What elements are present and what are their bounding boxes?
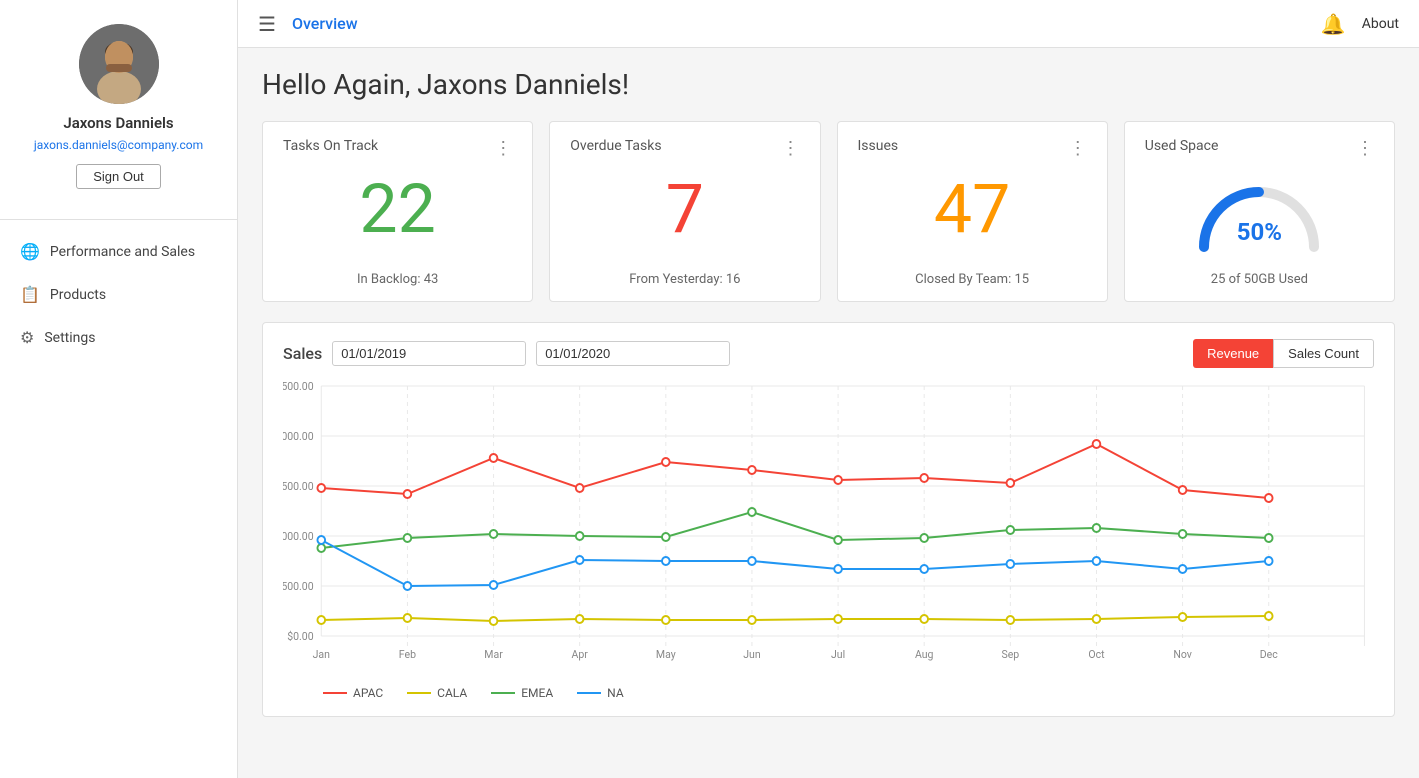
gauge-container: 50% bbox=[1145, 167, 1374, 272]
page-greeting: Hello Again, Jaxons Danniels! bbox=[262, 68, 1395, 101]
stat-card-issues: Issues ⋮ 47 Closed By Team: 15 bbox=[837, 121, 1108, 302]
sales-count-button[interactable]: Sales Count bbox=[1273, 339, 1374, 368]
header-left: ☰ Overview bbox=[258, 12, 358, 36]
stat-label: Used Space bbox=[1145, 138, 1219, 154]
stat-card-header: Overdue Tasks ⋮ bbox=[570, 138, 799, 159]
svg-text:Aug: Aug bbox=[915, 648, 934, 661]
stat-sub: From Yesterday: 16 bbox=[570, 272, 799, 287]
overview-title: Overview bbox=[292, 14, 358, 33]
stat-menu-icon[interactable]: ⋮ bbox=[782, 138, 800, 159]
stats-row: Tasks On Track ⋮ 22 In Backlog: 43 Overd… bbox=[262, 121, 1395, 302]
stat-card-header: Tasks On Track ⋮ bbox=[283, 138, 512, 159]
globe-icon: 🌐 bbox=[20, 242, 40, 261]
svg-text:Nov: Nov bbox=[1173, 648, 1192, 661]
legend-line-apac bbox=[323, 692, 347, 694]
stat-value: 22 bbox=[283, 175, 512, 243]
stat-card-tasks-on-track: Tasks On Track ⋮ 22 In Backlog: 43 bbox=[262, 121, 533, 302]
legend-label-apac: APAC bbox=[353, 686, 383, 700]
content-area: Hello Again, Jaxons Danniels! Tasks On T… bbox=[238, 48, 1419, 778]
legend-item-emea: EMEA bbox=[491, 686, 553, 700]
svg-text:Sep: Sep bbox=[1001, 648, 1019, 661]
legend-label-cala: CALA bbox=[437, 686, 467, 700]
sales-header: Sales Revenue Sales Count bbox=[283, 339, 1374, 368]
svg-text:$2,500.00: $2,500.00 bbox=[283, 380, 314, 393]
legend-line-emea bbox=[491, 692, 515, 694]
stat-menu-icon[interactable]: ⋮ bbox=[1069, 138, 1087, 159]
gear-icon: ⚙ bbox=[20, 328, 34, 347]
sales-title: Sales bbox=[283, 344, 322, 363]
svg-text:Jul: Jul bbox=[831, 648, 845, 661]
svg-text:$1,500.00: $1,500.00 bbox=[283, 480, 314, 493]
header: ☰ Overview 🔔 About bbox=[238, 0, 1419, 48]
legend-item-apac: APAC bbox=[323, 686, 383, 700]
stat-card-header: Issues ⋮ bbox=[858, 138, 1087, 159]
sidebar-item-settings[interactable]: ⚙ Settings bbox=[0, 316, 237, 359]
svg-text:Mar: Mar bbox=[484, 648, 503, 661]
stat-label: Overdue Tasks bbox=[570, 138, 661, 154]
stat-card-overdue-tasks: Overdue Tasks ⋮ 7 From Yesterday: 16 bbox=[549, 121, 820, 302]
chart-area: $2,500.00 $2,000.00 $1,500.00 $1,000.00 … bbox=[283, 378, 1374, 678]
stat-menu-icon[interactable]: ⋮ bbox=[494, 138, 512, 159]
svg-text:Feb: Feb bbox=[399, 648, 416, 661]
chart-legend: APAC CALA EMEA NA bbox=[323, 678, 1374, 700]
svg-text:Apr: Apr bbox=[572, 648, 589, 661]
sidebar-item-performance-and-sales[interactable]: 🌐 Performance and Sales bbox=[0, 230, 237, 273]
legend-label-emea: EMEA bbox=[521, 686, 553, 700]
legend-line-na bbox=[577, 692, 601, 694]
sidebar-item-label: Settings bbox=[44, 330, 95, 346]
avatar bbox=[79, 24, 159, 104]
user-email[interactable]: jaxons.danniels@company.com bbox=[34, 138, 203, 152]
user-name: Jaxons Danniels bbox=[63, 114, 173, 132]
sidebar-item-products[interactable]: 📋 Products bbox=[0, 273, 237, 316]
svg-text:$0.00: $0.00 bbox=[287, 630, 313, 643]
stat-card-header: Used Space ⋮ bbox=[1145, 138, 1374, 159]
nav-divider bbox=[0, 219, 237, 220]
stat-sub: 25 of 50GB Used bbox=[1145, 272, 1374, 287]
main-content: ☰ Overview 🔔 About Hello Again, Jaxons D… bbox=[238, 0, 1419, 778]
stat-menu-icon[interactable]: ⋮ bbox=[1356, 138, 1374, 159]
legend-item-na: NA bbox=[577, 686, 624, 700]
date-to-input[interactable] bbox=[536, 341, 730, 366]
date-from-input[interactable] bbox=[332, 341, 526, 366]
svg-text:$1,000.00: $1,000.00 bbox=[283, 530, 314, 543]
svg-text:$500.00: $500.00 bbox=[283, 580, 314, 593]
svg-text:Jan: Jan bbox=[313, 648, 330, 661]
svg-text:Oct: Oct bbox=[1088, 648, 1105, 661]
header-right: 🔔 About bbox=[1321, 12, 1399, 36]
sidebar: Jaxons Danniels jaxons.danniels@company.… bbox=[0, 0, 238, 778]
svg-text:Jun: Jun bbox=[743, 648, 760, 661]
sales-header-right: Revenue Sales Count bbox=[1193, 339, 1374, 368]
svg-text:Dec: Dec bbox=[1260, 648, 1278, 661]
stat-value: 47 bbox=[858, 175, 1087, 243]
bell-icon[interactable]: 🔔 bbox=[1321, 12, 1346, 36]
stat-value: 7 bbox=[570, 175, 799, 243]
sidebar-item-label: Products bbox=[50, 287, 106, 303]
svg-text:$2,000.00: $2,000.00 bbox=[283, 430, 314, 443]
about-link[interactable]: About bbox=[1362, 16, 1399, 32]
stat-label: Tasks On Track bbox=[283, 138, 378, 154]
stat-card-used-space: Used Space ⋮ 50% 25 of 50GB Used bbox=[1124, 121, 1395, 302]
legend-label-na: NA bbox=[607, 686, 624, 700]
svg-text:May: May bbox=[656, 648, 676, 661]
legend-item-cala: CALA bbox=[407, 686, 467, 700]
products-icon: 📋 bbox=[20, 285, 40, 304]
revenue-button[interactable]: Revenue bbox=[1193, 339, 1273, 368]
legend-line-cala bbox=[407, 692, 431, 694]
sales-card: Sales Revenue Sales Count $2,500.00 $2,0… bbox=[262, 322, 1395, 717]
hamburger-menu-icon[interactable]: ☰ bbox=[258, 12, 276, 36]
stat-sub: Closed By Team: 15 bbox=[858, 272, 1087, 287]
gauge-percent-label: 50% bbox=[1237, 217, 1282, 245]
gauge-wrap: 50% bbox=[1194, 177, 1324, 252]
sign-out-button[interactable]: Sign Out bbox=[76, 164, 161, 189]
stat-sub: In Backlog: 43 bbox=[283, 272, 512, 287]
stat-label: Issues bbox=[858, 138, 899, 154]
sidebar-item-label: Performance and Sales bbox=[50, 244, 195, 260]
